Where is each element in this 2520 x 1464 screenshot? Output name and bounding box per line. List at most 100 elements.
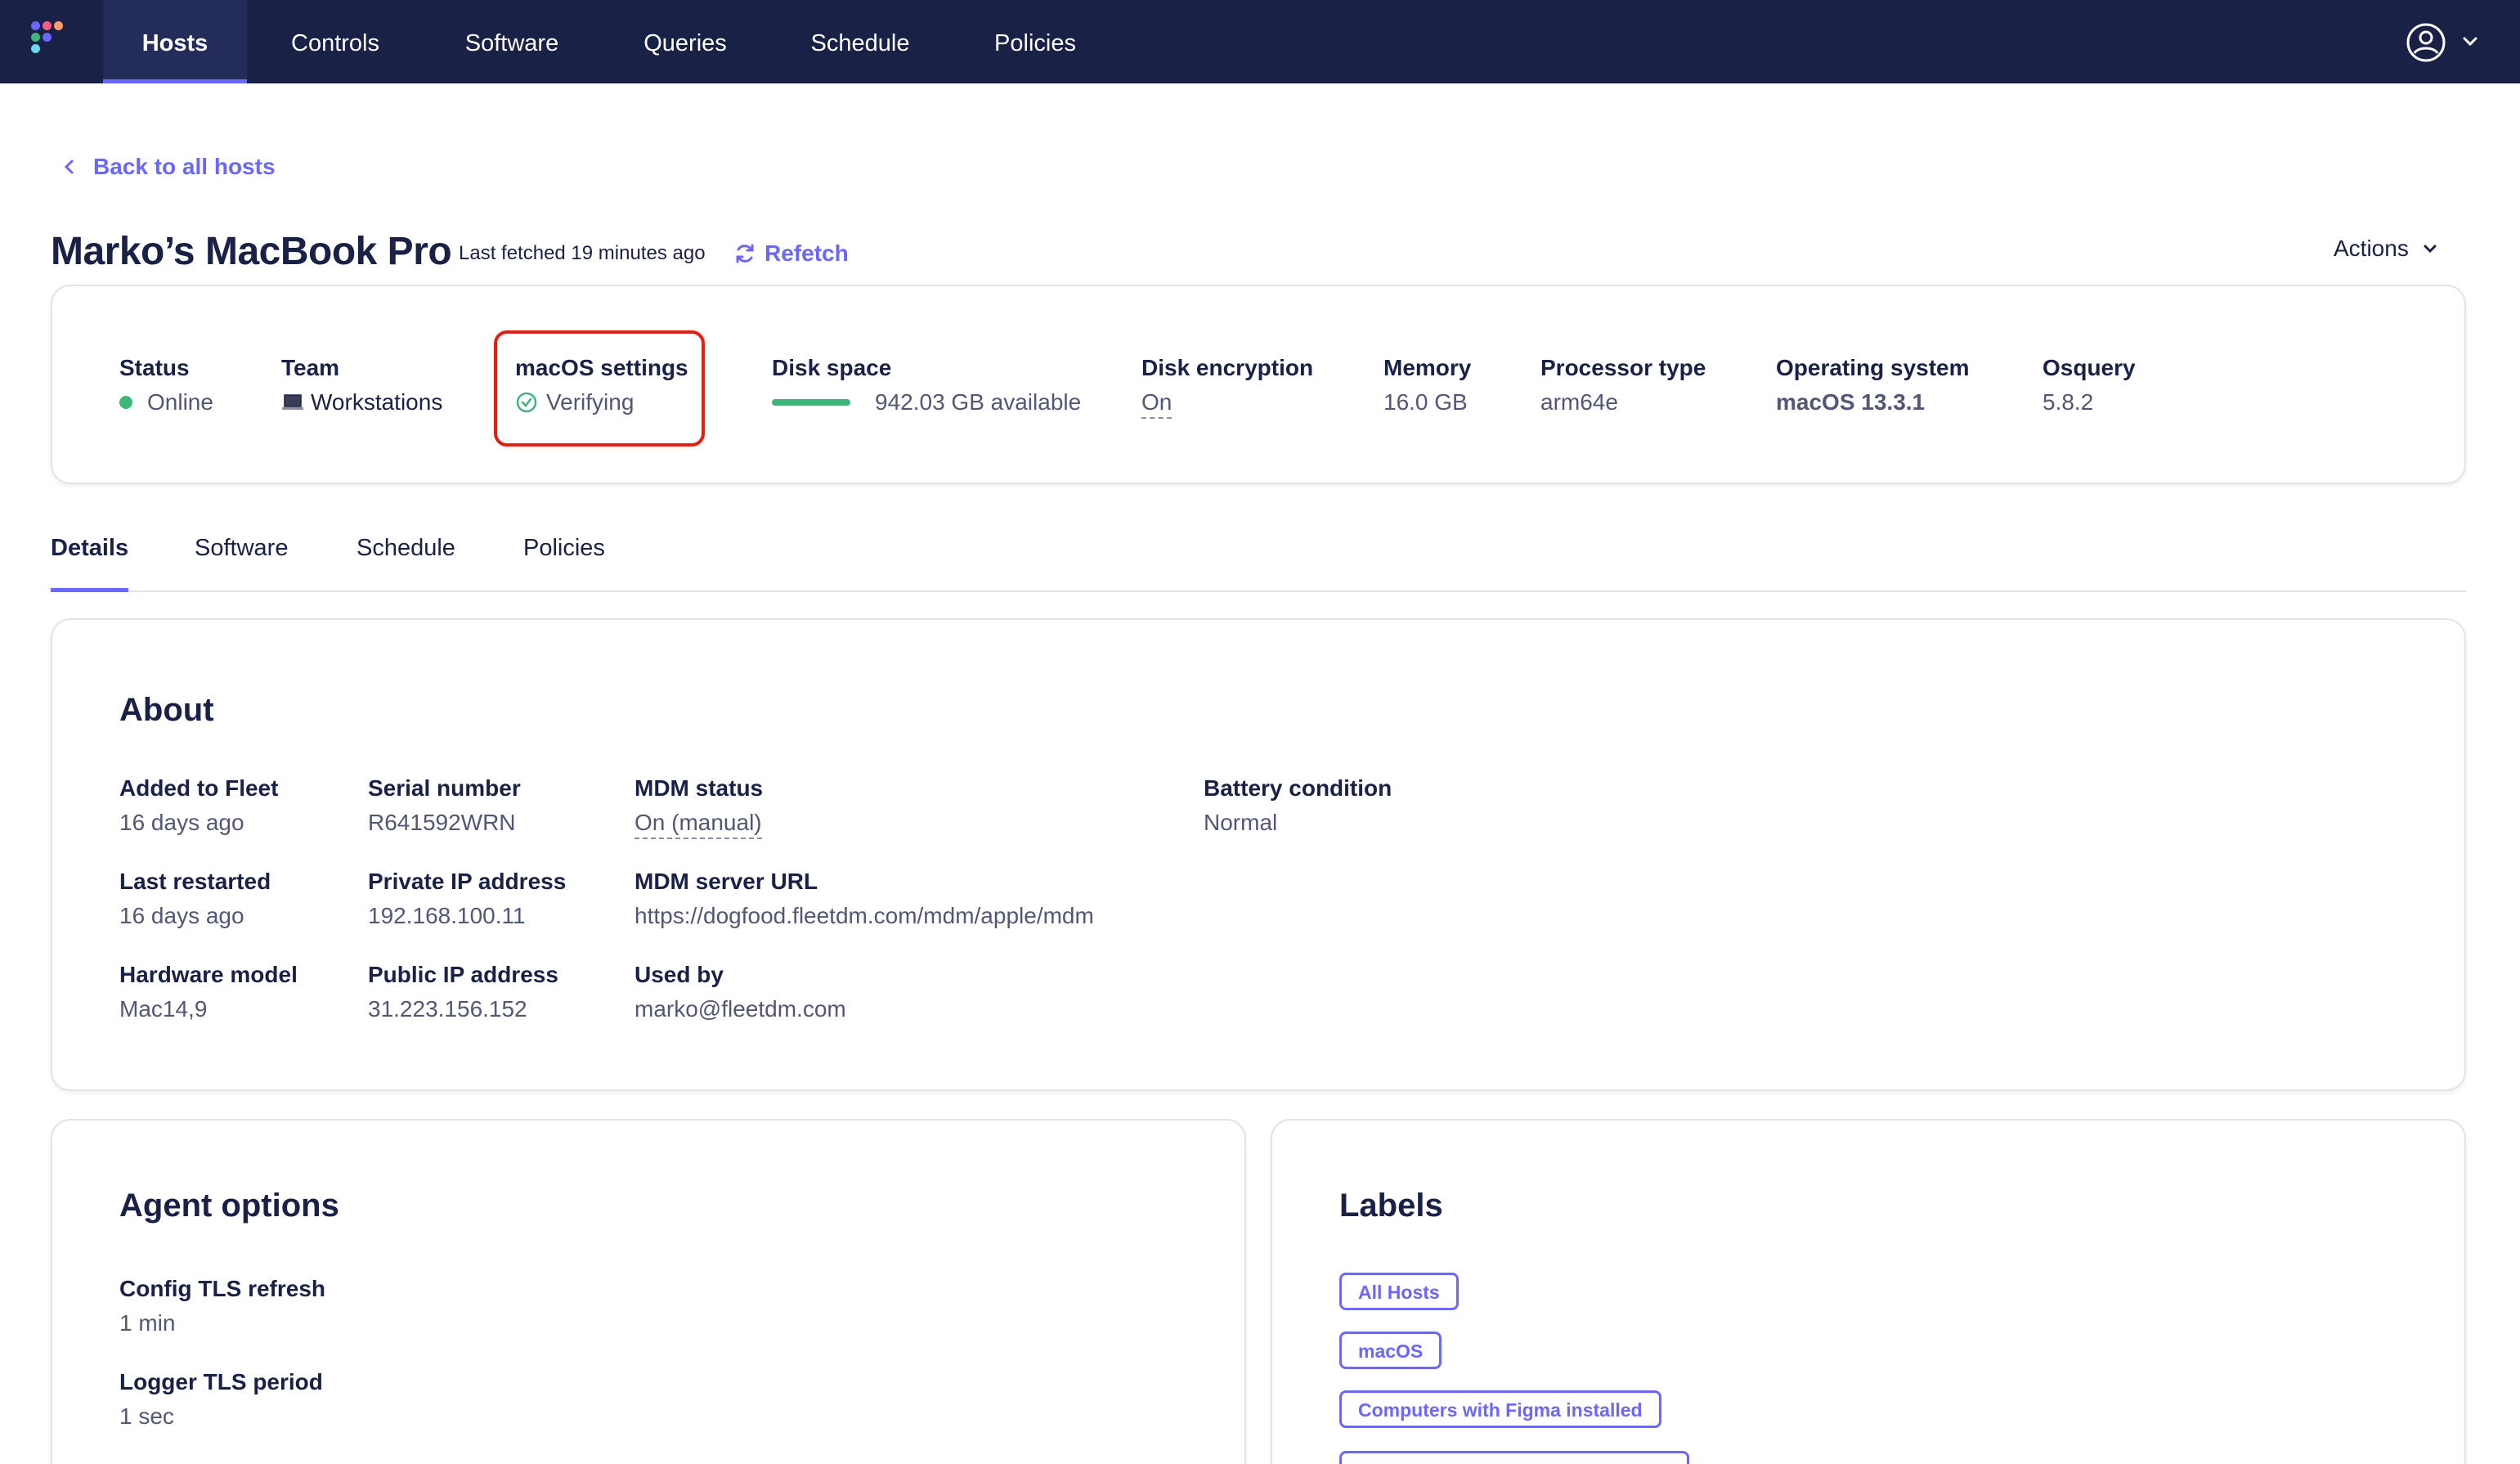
logger-tls-value: 1 sec — [119, 1403, 174, 1429]
online-dot-icon — [119, 396, 132, 409]
laptop-icon — [282, 394, 303, 410]
last-fetched-text: Last fetched 19 minutes ago — [459, 242, 706, 264]
added-value: 16 days ago — [119, 810, 244, 835]
top-nav: Hosts Controls Software Queries Schedule… — [0, 0, 2520, 83]
logger-tls-field: Logger TLS period 1 sec — [119, 1369, 323, 1430]
added-field: Added to Fleet 16 days ago — [119, 775, 278, 836]
osquery-label: Osquery — [2042, 355, 2136, 380]
labels-card: Labels All Hosts macOS Computers with Fi… — [1271, 1119, 2466, 1464]
public-ip-label: Public IP address — [368, 962, 558, 987]
os-stat: Operating system macOS 13.3.1 — [1776, 355, 1970, 415]
config-tls-value: 1 min — [119, 1310, 176, 1336]
nav-controls[interactable]: Controls — [270, 0, 401, 83]
memory-value: 16.0 GB — [1383, 389, 1468, 415]
processor-value: arm64e — [1540, 389, 1618, 415]
refetch-button[interactable]: Refetch — [733, 239, 849, 268]
nav-software[interactable]: Software — [438, 0, 585, 83]
osquery-value: 5.8.2 — [2042, 389, 2094, 415]
public-ip-value: 31.223.156.152 — [368, 996, 527, 1022]
mdm-status-field: MDM status On (manual) — [634, 775, 763, 839]
used-by-label: Used by — [634, 962, 724, 987]
private-ip-label: Private IP address — [368, 869, 567, 894]
mdm-url-field: MDM server URL https://dogfood.fleetdm.c… — [634, 869, 1094, 929]
disk-space-stat: Disk space 942.03 GB available — [772, 355, 1081, 415]
disk-encryption-label: Disk encryption — [1141, 355, 1314, 380]
restarted-label: Last restarted — [119, 869, 271, 894]
used-by-field: Used by marko@fleetdm.com — [634, 962, 846, 1022]
nav-policies[interactable]: Policies — [970, 0, 1101, 83]
host-tabs: Details Software Schedule Policies — [51, 523, 2466, 592]
mdm-status-value[interactable]: On (manual) — [634, 810, 762, 839]
os-label: Operating system — [1776, 355, 1970, 380]
disk-encryption-value[interactable]: On — [1141, 389, 1173, 419]
mdm-url-label: MDM server URL — [634, 869, 818, 894]
disk-usage-bar — [772, 399, 850, 406]
memory-label: Memory — [1383, 355, 1472, 380]
nav-queries[interactable]: Queries — [620, 0, 751, 83]
hardware-value: Mac14,9 — [119, 996, 208, 1022]
host-summary-card: Status Online Team Workstations macOS se… — [51, 285, 2466, 484]
logger-tls-label: Logger TLS period — [119, 1369, 323, 1394]
refetch-label: Refetch — [765, 240, 849, 266]
nav-schedule[interactable]: Schedule — [785, 0, 935, 83]
agent-options-title: Agent options — [119, 1188, 339, 1224]
serial-value: R641592WRN — [368, 810, 516, 835]
processor-stat: Processor type arm64e — [1540, 355, 1706, 415]
agent-options-card: Agent options Config TLS refresh 1 min L… — [51, 1119, 1246, 1464]
hardware-field: Hardware model Mac14,9 — [119, 962, 298, 1022]
label-chip[interactable]: Computers with Figma installed — [1339, 1390, 1661, 1428]
actions-label: Actions — [2334, 236, 2409, 261]
about-title: About — [119, 692, 214, 728]
labels-title: Labels — [1339, 1188, 1443, 1224]
added-label: Added to Fleet — [119, 775, 279, 801]
back-link-label: Back to all hosts — [93, 154, 276, 179]
mdm-url-value: https://dogfood.fleetdm.com/mdm/apple/md… — [634, 903, 1094, 928]
osquery-stat: Osquery 5.8.2 — [2042, 355, 2136, 415]
public-ip-field: Public IP address 31.223.156.152 — [368, 962, 558, 1022]
battery-field: Battery condition Normal — [1204, 775, 1392, 836]
team-stat: Team Workstations — [281, 355, 442, 415]
os-link[interactable]: macOS 13.3.1 — [1776, 389, 1970, 415]
status-value: Online — [147, 389, 213, 415]
tab-policies[interactable]: Policies — [523, 535, 605, 592]
processor-label: Processor type — [1540, 355, 1706, 380]
used-by-value: marko@fleetdm.com — [634, 996, 846, 1022]
refresh-icon — [736, 244, 754, 263]
mdm-status-label: MDM status — [634, 775, 764, 801]
tab-software[interactable]: Software — [195, 535, 288, 592]
about-card: About Added to Fleet 16 days ago Last re… — [51, 618, 2466, 1091]
nav-hosts[interactable]: Hosts — [103, 0, 247, 83]
tab-details[interactable]: Details — [51, 535, 129, 592]
actions-dropdown[interactable]: Actions — [2334, 232, 2440, 265]
label-chip[interactable]: All Hosts — [1339, 1273, 1459, 1310]
disk-encryption-stat: Disk encryption On — [1141, 355, 1313, 419]
user-avatar-icon[interactable] — [2406, 22, 2446, 63]
private-ip-value: 192.168.100.11 — [368, 903, 526, 928]
serial-label: Serial number — [368, 775, 521, 801]
private-ip-field: Private IP address 192.168.100.11 — [368, 869, 566, 929]
tab-schedule[interactable]: Schedule — [356, 535, 455, 592]
restarted-value: 16 days ago — [119, 903, 244, 928]
chevron-down-icon[interactable] — [2459, 31, 2481, 52]
memory-stat: Memory 16.0 GB — [1383, 355, 1471, 415]
back-to-hosts-link[interactable]: Back to all hosts — [61, 150, 276, 183]
config-tls-field: Config TLS refresh 1 min — [119, 1276, 325, 1336]
status-label: Status — [119, 355, 190, 380]
serial-field: Serial number R641592WRN — [368, 775, 521, 836]
disk-space-label: Disk space — [772, 355, 892, 380]
status-stat: Status Online — [119, 355, 213, 415]
hardware-label: Hardware model — [119, 962, 298, 987]
restarted-field: Last restarted 16 days ago — [119, 869, 271, 929]
chevron-down-icon — [2424, 245, 2437, 254]
disk-space-value: 942.03 GB available — [875, 389, 1082, 415]
config-tls-label: Config TLS refresh — [119, 1276, 326, 1301]
highlight-box — [494, 330, 705, 447]
label-chip-partial[interactable] — [1339, 1451, 1689, 1464]
label-chip[interactable]: macOS — [1339, 1332, 1442, 1369]
chevron-left-icon — [64, 159, 74, 174]
fleet-logo-icon[interactable] — [31, 21, 75, 62]
battery-value: Normal — [1204, 810, 1278, 835]
team-label: Team — [281, 355, 340, 380]
team-value: Workstations — [311, 389, 443, 415]
battery-label: Battery condition — [1204, 775, 1392, 801]
